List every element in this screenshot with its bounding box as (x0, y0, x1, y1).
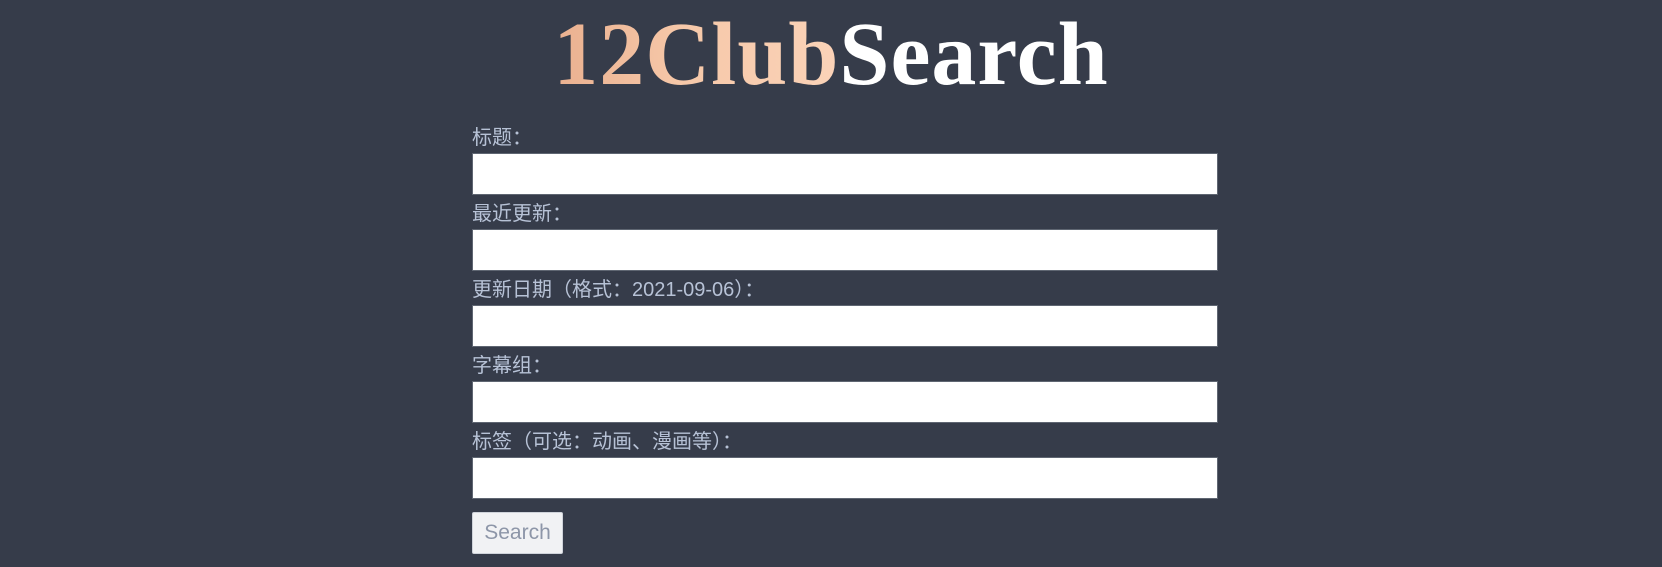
title-label: 标题： (472, 127, 532, 149)
search-button[interactable]: Search (472, 512, 563, 554)
site-logo: 12ClubSearch (0, 0, 1662, 100)
recent-update-label: 最近更新： (472, 203, 572, 225)
search-form: 标题： 最近更新： 更新日期（格式：2021-09-06）： 字幕组： 标签（可… (472, 124, 1218, 554)
logo-part-search: Search (839, 5, 1109, 104)
subtitle-group-input[interactable] (472, 381, 1218, 423)
tag-label: 标签（可选：动画、漫画等）： (472, 431, 742, 453)
tag-input[interactable] (472, 457, 1218, 499)
logo-text: 12ClubSearch (553, 10, 1108, 100)
update-date-input[interactable] (472, 305, 1218, 347)
recent-update-input[interactable] (472, 229, 1218, 271)
update-date-label: 更新日期（格式：2021-09-06）： (472, 279, 765, 301)
logo-part-12club: 12Club (553, 5, 840, 104)
title-input[interactable] (472, 153, 1218, 195)
subtitle-group-label: 字幕组： (472, 355, 552, 377)
